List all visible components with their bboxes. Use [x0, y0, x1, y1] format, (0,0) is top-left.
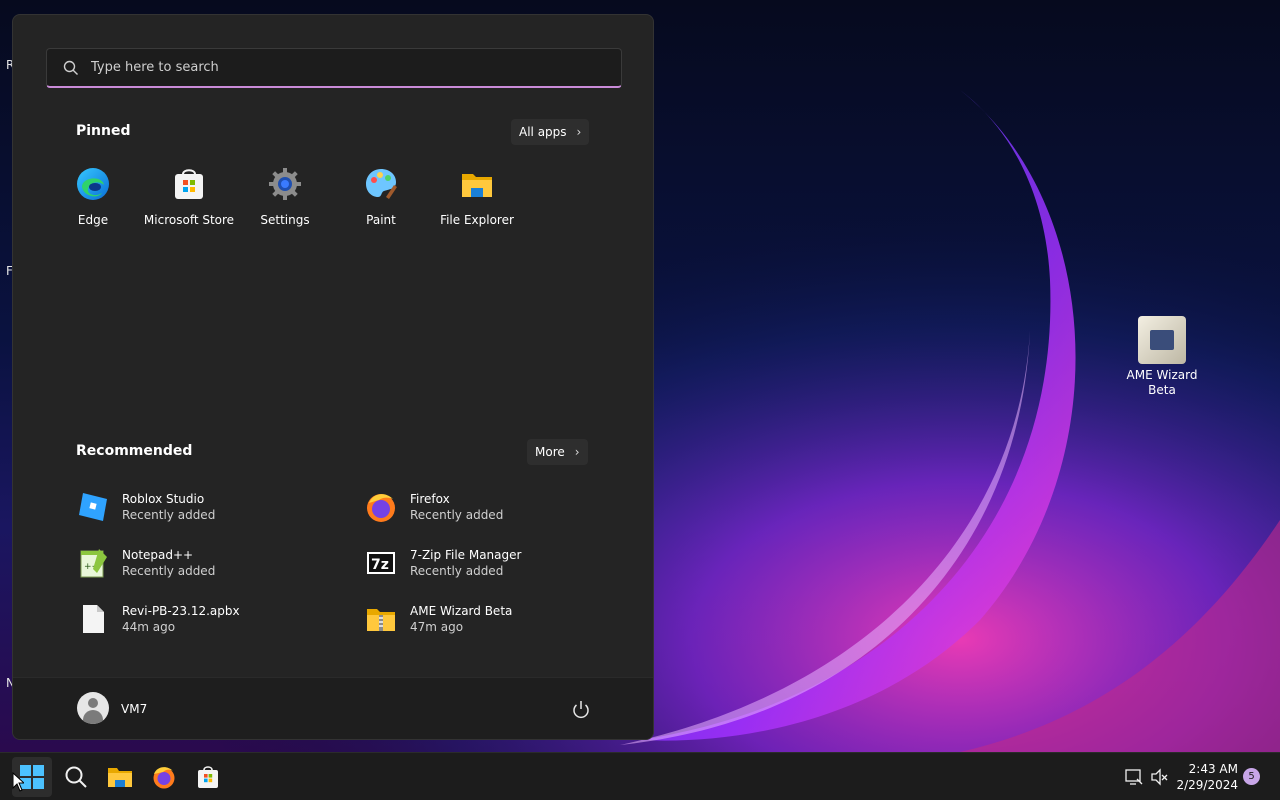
roblox-studio-icon: [79, 493, 107, 521]
volume-muted-icon[interactable]: [1150, 767, 1170, 787]
recommended-item-name: AME Wizard Beta: [410, 604, 513, 618]
recommended-item[interactable]: AME Wizard Beta 47m ago: [365, 597, 625, 641]
recommended-item-subtitle: Recently added: [410, 564, 504, 578]
store-icon: [198, 766, 218, 788]
pinned-app-settings[interactable]: Settings: [237, 165, 333, 235]
paint-icon: [366, 169, 397, 199]
settings-icon: [269, 168, 301, 200]
notification-badge[interactable]: 5: [1243, 768, 1260, 785]
pinned-app-edge[interactable]: Edge: [45, 165, 141, 235]
taskbar-firefox[interactable]: [144, 757, 184, 797]
search-box[interactable]: [46, 48, 622, 88]
desktop-icon-label: AME Wizard Beta: [1126, 368, 1198, 397]
file-icon: [83, 605, 104, 633]
recommended-item-subtitle: Recently added: [410, 508, 504, 522]
pinned-app-label: Microsoft Store: [143, 213, 235, 227]
notepadpp-icon: ++: [80, 549, 107, 578]
recommended-item[interactable]: 7z 7-Zip File Manager Recently added: [365, 541, 625, 585]
pinned-app-label: File Explorer: [440, 213, 514, 227]
recommended-item[interactable]: Revi-PB-23.12.apbx 44m ago: [77, 597, 337, 641]
power-icon[interactable]: [569, 698, 593, 722]
pinned-app-label: Edge: [77, 213, 109, 227]
more-button[interactable]: More ›: [527, 439, 588, 465]
recommended-item[interactable]: Firefox Recently added: [365, 485, 625, 529]
edge-icon: [77, 168, 109, 200]
7zip-icon: 7z: [367, 552, 395, 574]
recommended-item-name: 7-Zip File Manager: [410, 548, 522, 562]
avatar[interactable]: [77, 692, 109, 724]
firefox-icon: [367, 494, 395, 522]
taskbar-file-explorer[interactable]: [100, 757, 140, 797]
recommended-item-subtitle: 44m ago: [122, 620, 176, 634]
taskbar-clock[interactable]: 2:43 AM 2/29/2024: [1172, 761, 1238, 793]
search-icon: [65, 766, 87, 788]
recommended-item-name: Revi-PB-23.12.apbx: [122, 604, 240, 618]
taskbar: 2:43 AM 2/29/2024 5: [0, 752, 1280, 800]
recommended-item-subtitle: Recently added: [122, 564, 216, 578]
desktop-icon-ame-wizard[interactable]: AME Wizard Beta: [1118, 316, 1206, 398]
search-input[interactable]: [91, 60, 571, 75]
recommended-item-name: Firefox: [410, 492, 450, 506]
store-icon: [175, 169, 203, 199]
folder-icon: [108, 768, 132, 787]
chevron-right-icon: ›: [574, 445, 580, 459]
all-apps-button[interactable]: All apps ›: [511, 119, 590, 145]
user-bar: VM7: [13, 677, 653, 739]
network-icon[interactable]: [1124, 767, 1144, 787]
pinned-app-label: Settings: [260, 213, 310, 227]
all-apps-label: All apps: [519, 125, 567, 139]
user-silhouette-body: [83, 710, 103, 724]
recommended-item[interactable]: ++ Notepad++ Recently added: [77, 541, 337, 585]
recommended-item-name: Roblox Studio: [122, 492, 205, 506]
taskbar-microsoft-store[interactable]: [188, 757, 228, 797]
search-icon: [63, 60, 78, 75]
ame-wizard-icon: [1138, 316, 1186, 364]
recommended-item-name: Notepad++: [122, 548, 194, 562]
firefox-icon: [153, 767, 175, 789]
pinned-app-microsoft-store[interactable]: Microsoft Store: [141, 165, 237, 235]
user-name[interactable]: VM7: [121, 702, 147, 716]
pinned-apps-grid: Edge Microsoft Store Settings Paint File…: [45, 165, 625, 245]
recommended-item-subtitle: Recently added: [122, 508, 216, 522]
start-menu: Pinned All apps › Edge Microsoft Stor: [12, 14, 654, 740]
chevron-right-icon: ›: [576, 125, 582, 139]
recommended-title: Recommended: [76, 443, 193, 459]
pinned-title: Pinned: [76, 123, 131, 139]
more-label: More: [535, 445, 565, 459]
taskbar-search-button[interactable]: [56, 757, 96, 797]
pinned-app-paint[interactable]: Paint: [333, 165, 429, 235]
zip-folder-icon: [367, 609, 395, 631]
mouse-cursor-icon: [12, 772, 24, 792]
recommended-item[interactable]: Roblox Studio Recently added: [77, 485, 337, 529]
folder-icon: [462, 174, 492, 197]
svg-text:7z: 7z: [371, 557, 389, 573]
recommended-item-subtitle: 47m ago: [410, 620, 464, 634]
pinned-app-label: Paint: [366, 213, 396, 227]
pinned-app-file-explorer[interactable]: File Explorer: [429, 165, 525, 235]
user-silhouette-head: [88, 698, 98, 708]
clock-time: 2:43 AM: [1188, 762, 1238, 776]
clock-date: 2/29/2024: [1176, 778, 1238, 792]
